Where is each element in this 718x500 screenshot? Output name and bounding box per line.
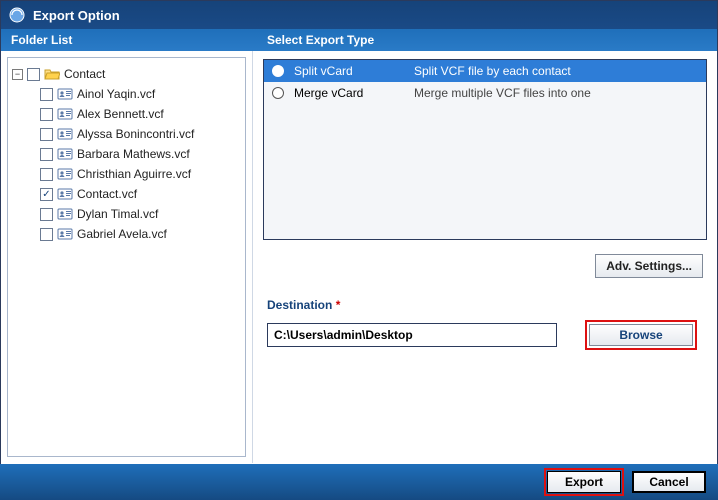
export-type-desc: Merge multiple VCF files into one — [414, 86, 706, 100]
tree-item[interactable]: Alex Bennett.vcf — [40, 104, 241, 124]
vcard-icon — [57, 147, 73, 161]
destination-input[interactable] — [267, 323, 557, 347]
subheader: Folder List Select Export Type — [1, 29, 717, 51]
radio-button[interactable] — [272, 87, 284, 99]
tree-item[interactable]: Barbara Mathews.vcf — [40, 144, 241, 164]
export-type-row[interactable]: Split vCardSplit VCF file by each contac… — [264, 60, 706, 82]
tree-item-label: Alex Bennett.vcf — [77, 107, 164, 121]
vcard-icon — [57, 187, 73, 201]
browse-button[interactable]: Browse — [589, 324, 693, 346]
checkbox[interactable] — [40, 148, 53, 161]
tree-root-row[interactable]: − Contact — [12, 64, 241, 84]
tree-item-label: Dylan Timal.vcf — [77, 207, 158, 221]
export-type-name: Split vCard — [294, 64, 414, 78]
folder-list-header: Folder List — [1, 29, 253, 51]
destination-label: Destination * — [267, 298, 707, 312]
vcard-icon — [57, 227, 73, 241]
export-type-list: Split vCardSplit VCF file by each contac… — [263, 59, 707, 240]
export-options-panel: Split vCardSplit VCF file by each contac… — [253, 51, 717, 463]
tree-item-label: Contact.vcf — [77, 187, 137, 201]
tree-item[interactable]: Christhian Aguirre.vcf — [40, 164, 241, 184]
browse-highlight: Browse — [585, 320, 697, 350]
export-highlight: Export — [544, 468, 624, 496]
export-type-header: Select Export Type — [253, 29, 717, 51]
window-title: Export Option — [33, 8, 120, 23]
tree-item[interactable]: Alyssa Bonincontri.vcf — [40, 124, 241, 144]
export-type-row[interactable]: Merge vCardMerge multiple VCF files into… — [264, 82, 706, 104]
tree-item-label: Ainol Yaqin.vcf — [77, 87, 155, 101]
checkbox[interactable]: ✓ — [40, 188, 53, 201]
folder-list-panel: − Contact Ainol Yaqin.vcf Alex Bennett.vc… — [1, 51, 253, 463]
checkbox[interactable] — [40, 128, 53, 141]
checkbox[interactable] — [27, 68, 40, 81]
tree-item[interactable]: Ainol Yaqin.vcf — [40, 84, 241, 104]
folder-open-icon — [44, 67, 60, 81]
checkbox[interactable] — [40, 108, 53, 121]
vcard-icon — [57, 167, 73, 181]
vcard-icon — [57, 87, 73, 101]
tree-item[interactable]: Gabriel Avela.vcf — [40, 224, 241, 244]
checkbox[interactable] — [40, 168, 53, 181]
tree-item-label: Barbara Mathews.vcf — [77, 147, 190, 161]
vcard-icon — [57, 107, 73, 121]
tree-item-label: Alyssa Bonincontri.vcf — [77, 127, 194, 141]
tree-item-label: Christhian Aguirre.vcf — [77, 167, 191, 181]
export-type-name: Merge vCard — [294, 86, 414, 100]
tree-root-label: Contact — [64, 67, 105, 81]
titlebar: Export Option — [1, 1, 717, 29]
tree-collapse-icon[interactable]: − — [12, 69, 23, 80]
export-button[interactable]: Export — [547, 471, 621, 493]
vcard-icon — [57, 127, 73, 141]
checkbox[interactable] — [40, 208, 53, 221]
adv-settings-button[interactable]: Adv. Settings... — [595, 254, 703, 278]
vcard-icon — [57, 207, 73, 221]
app-icon — [9, 7, 25, 23]
checkbox[interactable] — [40, 228, 53, 241]
radio-button[interactable] — [272, 65, 284, 77]
export-type-desc: Split VCF file by each contact — [414, 64, 706, 78]
checkbox[interactable] — [40, 88, 53, 101]
tree-item-label: Gabriel Avela.vcf — [77, 227, 167, 241]
footer-bar: Export Cancel — [0, 464, 718, 500]
tree-item[interactable]: ✓ Contact.vcf — [40, 184, 241, 204]
tree-item[interactable]: Dylan Timal.vcf — [40, 204, 241, 224]
folder-tree[interactable]: − Contact Ainol Yaqin.vcf Alex Bennett.vc… — [7, 57, 246, 457]
cancel-button[interactable]: Cancel — [632, 471, 706, 493]
